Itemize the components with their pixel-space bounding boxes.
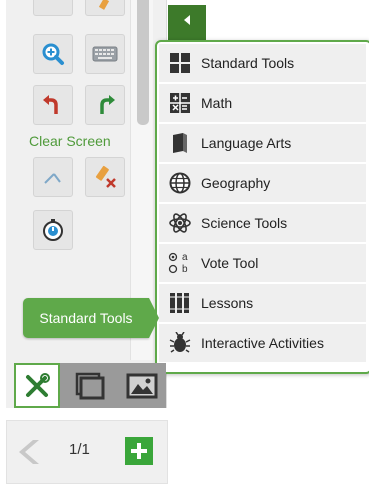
callout-arrow	[149, 298, 159, 338]
menu-item-label: Geography	[201, 175, 271, 191]
pencil-icon	[98, 0, 110, 10]
erase-pen-button[interactable]	[85, 157, 125, 197]
keyboard-icon	[92, 46, 118, 62]
zoom-in-button[interactable]	[33, 34, 73, 74]
tab-pages[interactable]	[66, 363, 114, 408]
scrollbar-thumb[interactable]	[137, 0, 149, 125]
menu-item-science-tools[interactable]: Science Tools	[159, 204, 366, 242]
timer-button[interactable]	[33, 210, 73, 250]
vote-option-a: a	[182, 252, 188, 263]
page-navigator: 1/1	[6, 420, 168, 484]
redo-button[interactable]	[85, 85, 125, 125]
menu-item-label: Lessons	[201, 295, 254, 311]
page-counter: 1/1	[69, 441, 90, 458]
zoom-in-icon	[42, 43, 64, 65]
pages-icon	[75, 372, 105, 399]
standard-tools-icon	[168, 51, 192, 75]
menu-item-interactive-activities[interactable]: Interactive Activities	[159, 324, 366, 362]
tab-tools[interactable]	[14, 363, 60, 408]
callout-label: Standard Tools	[39, 310, 133, 326]
book-icon	[168, 131, 192, 155]
vote-icon: a b	[168, 251, 192, 275]
bottom-tab-bar	[14, 363, 166, 408]
menu-item-math[interactable]: Math	[159, 84, 366, 122]
globe-icon	[168, 171, 192, 195]
pencil-tool-button[interactable]	[85, 0, 125, 16]
bug-icon	[168, 331, 192, 355]
undo-button[interactable]	[33, 85, 73, 125]
keyboard-button[interactable]	[85, 34, 125, 74]
menu-item-label: Vote Tool	[201, 255, 259, 271]
menu-item-label: Science Tools	[201, 215, 288, 231]
eraser-x-icon	[95, 165, 116, 188]
top-left-tool-button[interactable]	[33, 0, 73, 16]
menu-item-label: Standard Tools	[201, 55, 295, 71]
arrow-left-icon	[184, 15, 190, 25]
chevron-left-icon	[19, 440, 39, 464]
menu-item-vote-tool[interactable]: a b Vote Tool	[159, 244, 366, 282]
tab-media[interactable]	[118, 363, 166, 408]
undo-icon	[43, 95, 58, 114]
plus-icon	[131, 443, 147, 459]
menu-item-language-arts[interactable]: Language Arts	[159, 124, 366, 162]
menu-item-lessons[interactable]: Lessons	[159, 284, 366, 322]
vote-option-b: b	[182, 264, 188, 275]
menu-item-geography[interactable]: Geography	[159, 164, 366, 202]
tools-icon	[26, 372, 50, 397]
redo-icon	[100, 95, 115, 114]
select-tool-icon	[44, 173, 61, 184]
timer-icon	[43, 219, 63, 241]
menu-item-label: Interactive Activities	[201, 335, 324, 351]
tool-category-menu: Standard Tools Math Language Arts Geogra…	[155, 40, 369, 374]
image-icon	[126, 373, 158, 398]
lessons-icon	[168, 291, 192, 315]
menu-item-standard-tools[interactable]: Standard Tools	[159, 44, 366, 82]
math-icon	[168, 91, 192, 115]
add-page-button[interactable]	[125, 437, 153, 465]
select-tool-button[interactable]	[33, 157, 73, 197]
menu-item-label: Language Arts	[201, 135, 292, 151]
clear-screen-label[interactable]: Clear Screen	[29, 133, 111, 149]
atom-icon	[168, 211, 192, 235]
menu-item-label: Math	[201, 95, 233, 111]
prev-page-button[interactable]	[17, 437, 43, 467]
